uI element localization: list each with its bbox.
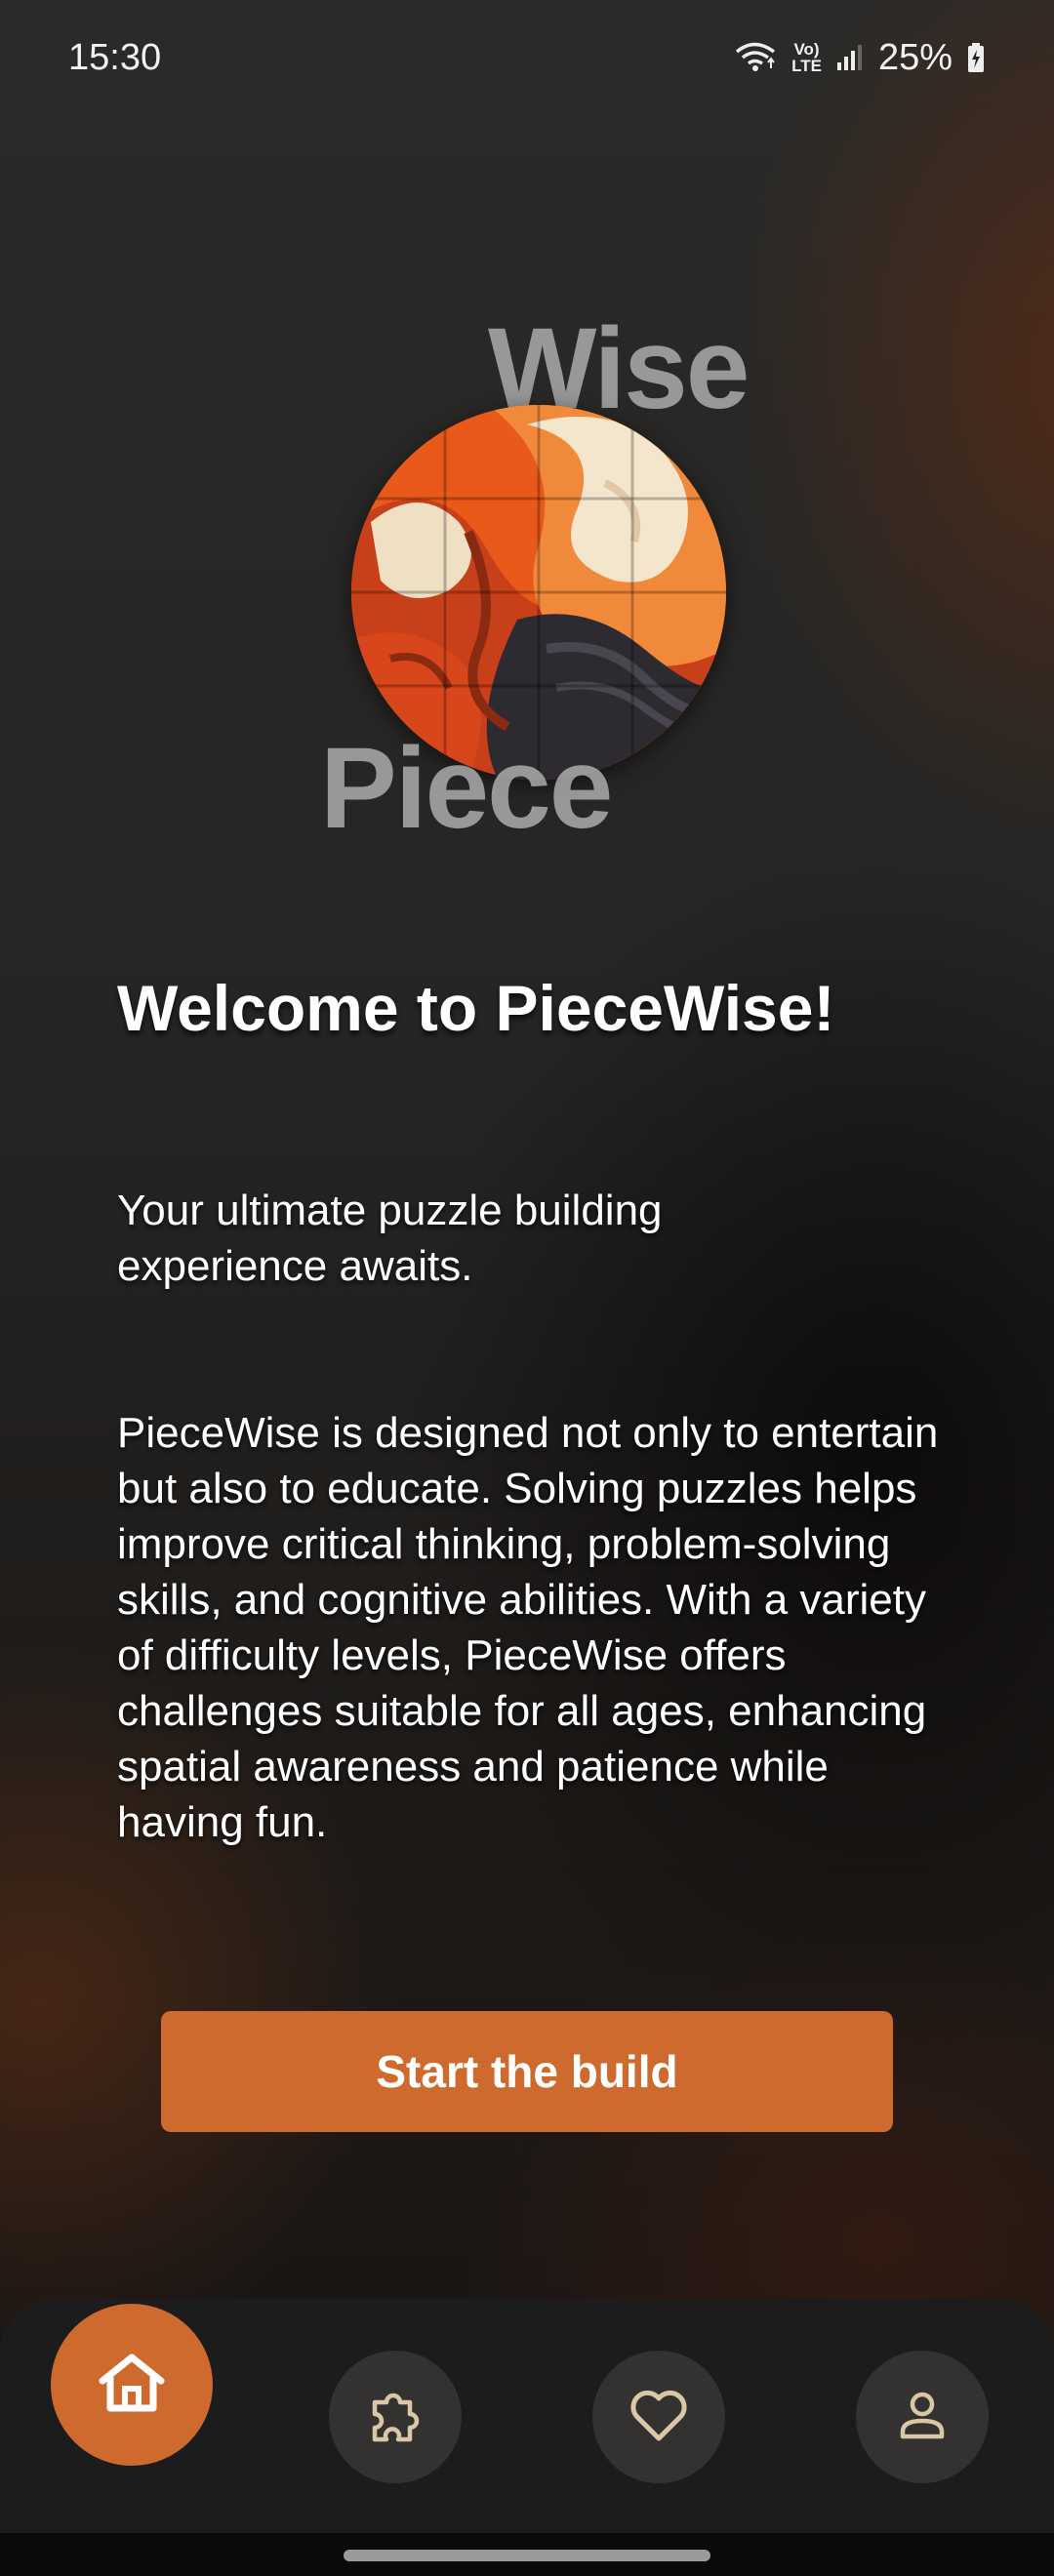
signal-icon — [835, 43, 865, 72]
home-icon — [97, 2352, 167, 2419]
heart-icon — [628, 2388, 689, 2447]
nav-home-button[interactable] — [51, 2304, 213, 2466]
status-bar: 15:30 Vo) LTE 25% — [0, 0, 1054, 115]
person-icon — [895, 2388, 950, 2447]
piecewise-logo: Wise Piece — [312, 302, 761, 853]
logo-word-piece: Piece — [320, 724, 613, 853]
description: PieceWise is designed not only to entert… — [117, 1409, 939, 1846]
bottom-nav — [0, 2299, 1054, 2533]
home-indicator[interactable] — [344, 2550, 710, 2561]
nav-favorites-button[interactable] — [592, 2351, 725, 2483]
battery-charging-icon — [966, 42, 986, 73]
start-build-button[interactable]: Start the build — [161, 2011, 893, 2132]
tagline: Your ultimate puzzle building experience… — [117, 1187, 663, 1290]
page-title: Welcome to PieceWise! — [117, 972, 835, 1044]
status-time: 15:30 — [68, 36, 162, 78]
wifi-icon — [735, 41, 778, 74]
battery-percentage: 25% — [877, 36, 953, 78]
status-icons: Vo) LTE 25% — [735, 37, 986, 79]
nav-puzzles-button[interactable] — [329, 2351, 462, 2483]
volte-icon: Vo) LTE — [791, 40, 822, 75]
puzzle-icon — [365, 2385, 426, 2450]
nav-profile-button[interactable] — [856, 2351, 989, 2483]
